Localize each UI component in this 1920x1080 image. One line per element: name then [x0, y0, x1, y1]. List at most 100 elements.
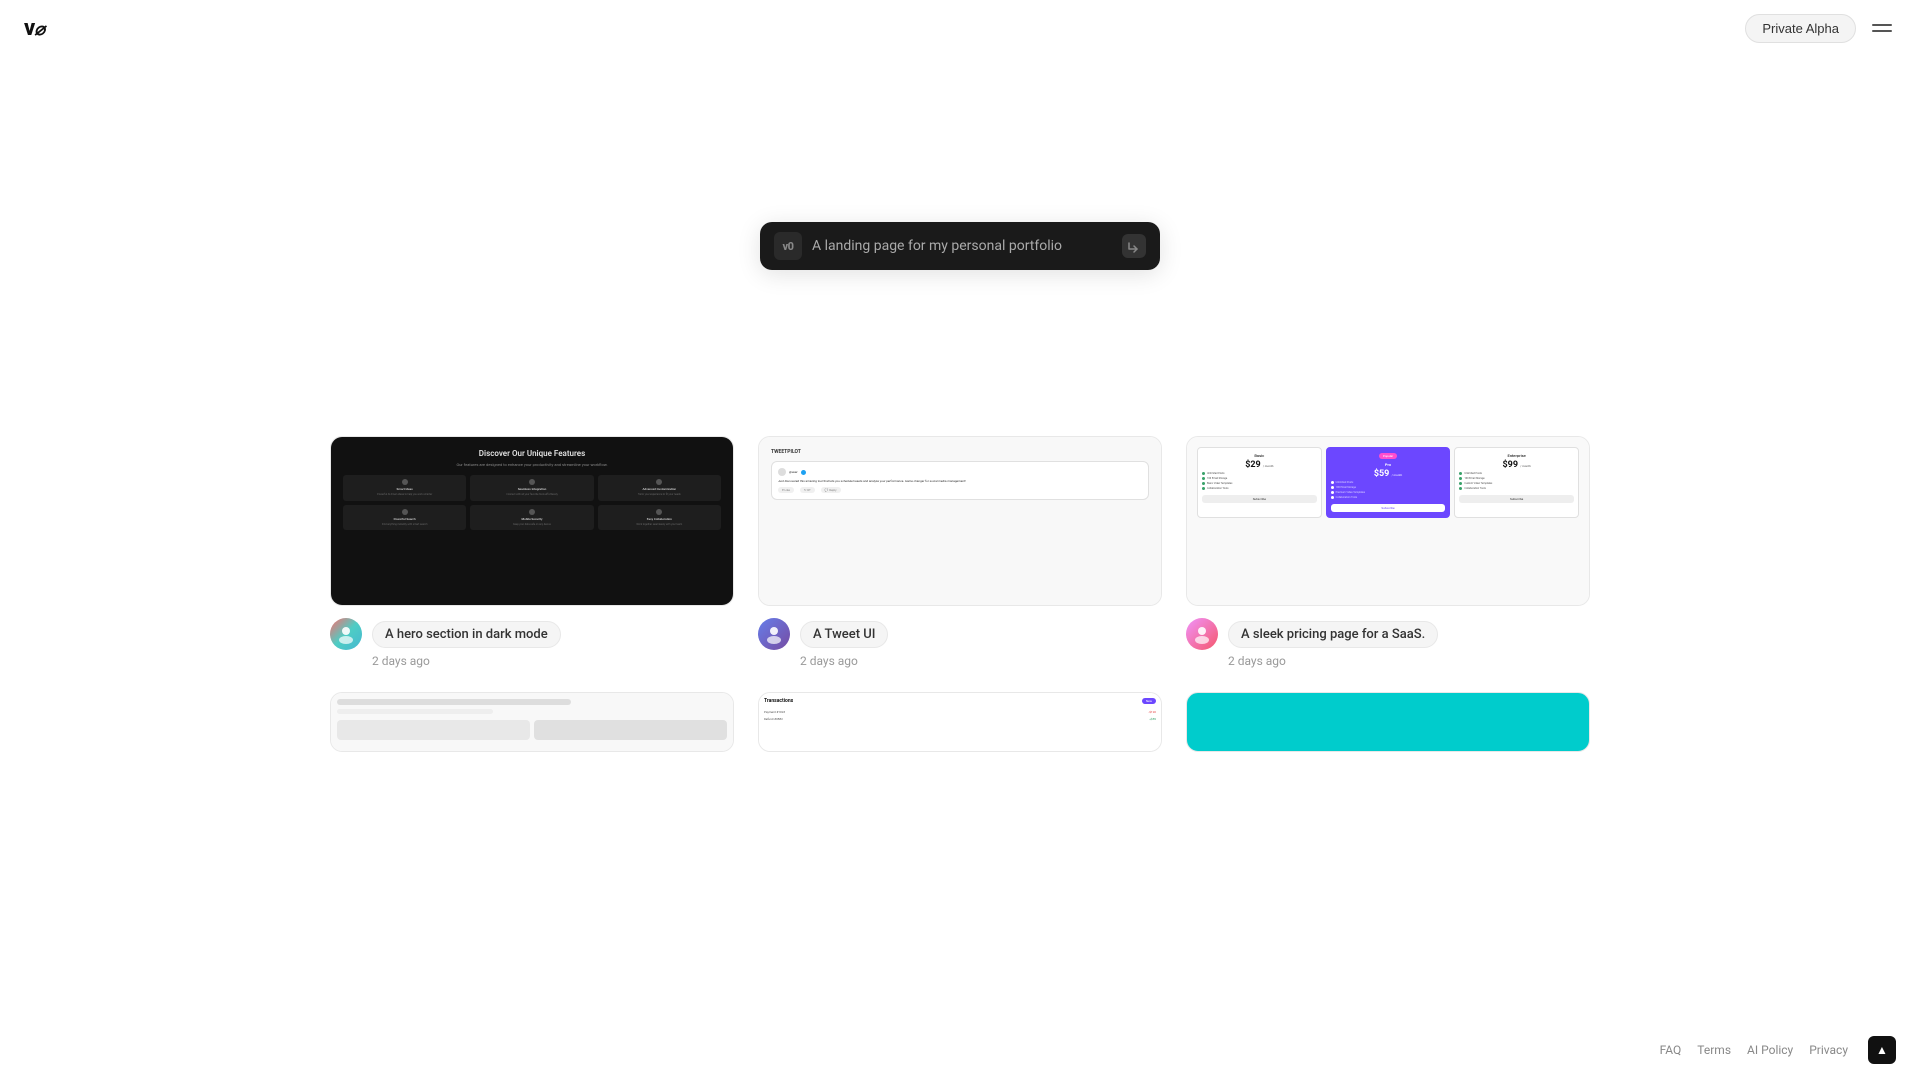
item-2-desc: A Tweet UI	[800, 621, 888, 648]
main-content: v0 A landing page for my personal portfo…	[0, 0, 1920, 1080]
preview-dark-features: Discover Our Unique Features Our feature…	[331, 437, 733, 605]
search-input-placeholder[interactable]: A landing page for my personal portfolio	[812, 238, 1112, 254]
tweet-app-title: TWEETPILOT	[771, 449, 1149, 455]
pricing-pro-f2: 100 Email Storage	[1331, 486, 1446, 489]
feature-icon-4	[402, 509, 408, 515]
private-alpha-badge[interactable]: Private Alpha	[1745, 14, 1856, 43]
feature-text-2: Connect with all your favorite tools eff…	[506, 493, 558, 497]
menu-line-1	[1872, 24, 1892, 26]
tweet-card: @user Just discovered this amazing tool …	[771, 461, 1149, 500]
search-box[interactable]: v0 A landing page for my personal portfo…	[760, 222, 1160, 270]
feature-icon-2	[529, 479, 535, 485]
pricing-basic-amount: $29 / month	[1202, 460, 1317, 470]
feature-card-4: Powerful Search Find anything instantly …	[343, 505, 466, 531]
gallery-grid: Discover Our Unique Features Our feature…	[330, 436, 1590, 764]
pricing-enterprise-amount: $99 / month	[1459, 460, 1574, 470]
preview-table-partial: Transactions New Payment #1023 -$120 Ref…	[759, 693, 1161, 751]
table-title: Transactions	[764, 698, 793, 704]
feature-text-3: Tailor your experience to fit your needs	[638, 493, 681, 497]
gallery-preview-1: Discover Our Unique Features Our feature…	[330, 436, 734, 606]
menu-line-2	[1872, 30, 1892, 32]
search-logo: v0	[774, 232, 802, 260]
tweet-verified-icon	[801, 470, 806, 475]
tweet-reply: 💬 Reply	[821, 487, 841, 493]
table-cell-1-1: Payment #1023	[764, 710, 1144, 714]
search-enter-icon[interactable]	[1122, 234, 1146, 258]
pricing-grid: Basic $29 / month Unlimited Posts 100 Em…	[1197, 447, 1579, 518]
gallery-preview-4	[330, 692, 734, 752]
avatar-2-inner	[758, 618, 790, 650]
avatar-1-inner	[330, 618, 362, 650]
pricing-enterprise-f4: Collaboration Tools	[1459, 487, 1574, 490]
enter-arrow-icon	[1127, 239, 1141, 253]
footer-ai-policy[interactable]: AI Policy	[1747, 1043, 1793, 1057]
feature-title-1: Smart Ideas	[397, 487, 413, 491]
feature-text-1: Powerful AI driven ideas to help you wor…	[377, 493, 432, 497]
gallery-item-3[interactable]: Basic $29 / month Unlimited Posts 100 Em…	[1186, 436, 1590, 668]
feature-icon-1	[402, 479, 408, 485]
scroll-to-top-button[interactable]: ▲	[1868, 1036, 1896, 1064]
pricing-basic: Basic $29 / month Unlimited Posts 100 Em…	[1197, 447, 1322, 518]
gallery-preview-3: Basic $29 / month Unlimited Posts 100 Em…	[1186, 436, 1590, 606]
item-3-timestamp: 2 days ago	[1186, 654, 1590, 668]
avatar-3-inner	[1186, 618, 1218, 650]
gallery-item-1[interactable]: Discover Our Unique Features Our feature…	[330, 436, 734, 668]
feature-title-5: Mobile Security	[522, 517, 543, 521]
feature-title-3: Advanced Customization	[643, 487, 677, 491]
tweet-like: ♥ Like	[778, 487, 794, 493]
pricing-pro-badge: Popular	[1379, 453, 1397, 459]
preview-dark-title: Discover Our Unique Features	[479, 449, 585, 458]
feature-title-2: Seamless Integration	[518, 487, 547, 491]
item-2-timestamp: 2 days ago	[758, 654, 1162, 668]
pricing-enterprise-f1: Unlimited Posts	[1459, 472, 1574, 475]
tweet-retweet: ↻ RT	[800, 487, 815, 493]
table-amount-1: -$120	[1148, 710, 1156, 714]
gallery-preview-6	[1186, 692, 1590, 752]
gallery-item-6[interactable]	[1186, 692, 1590, 764]
feature-title-4: Powerful Search	[394, 517, 416, 521]
item-3-desc: A sleek pricing page for a SaaS.	[1228, 621, 1438, 648]
table-row-1: Payment #1023 -$120	[764, 710, 1156, 714]
tweet-avatar	[778, 468, 786, 476]
scroll-up-arrow-icon: ▲	[1876, 1043, 1888, 1057]
header-right: Private Alpha	[1745, 14, 1896, 43]
pricing-pro-f1: Unlimited Posts	[1331, 481, 1446, 484]
footer: FAQ Terms AI Policy Privacy ▲	[1660, 1036, 1896, 1064]
pricing-enterprise-f3: Custom Video Templates	[1459, 482, 1574, 485]
footer-faq[interactable]: FAQ	[1660, 1043, 1682, 1057]
avatar-2	[758, 618, 790, 650]
avatar-3	[1186, 618, 1218, 650]
footer-terms[interactable]: Terms	[1697, 1043, 1731, 1057]
footer-privacy[interactable]: Privacy	[1809, 1043, 1848, 1057]
feature-card-1: Smart Ideas Powerful AI driven ideas to …	[343, 475, 466, 501]
avatar-1-icon	[336, 624, 356, 644]
search-logo-text: v0	[783, 240, 794, 253]
gallery-item-4[interactable]	[330, 692, 734, 764]
tweet-username: @user	[789, 470, 798, 474]
feature-card-2: Seamless Integration Connect with all yo…	[470, 475, 593, 501]
pricing-basic-btn: Subscribe	[1202, 495, 1317, 503]
logo[interactable]: v⌀	[24, 16, 44, 41]
preview-dark-grid: Smart Ideas Powerful AI driven ideas to …	[343, 475, 721, 530]
feature-card-3: Advanced Customization Tailor your exper…	[598, 475, 721, 501]
pricing-basic-f4: Collaboration Tools	[1202, 487, 1317, 490]
avatar-3-icon	[1192, 624, 1212, 644]
pricing-basic-f2: 100 Email Storage	[1202, 477, 1317, 480]
logo-text: v⌀	[24, 16, 44, 41]
pricing-pro-f4: Collaboration Tools	[1331, 496, 1446, 499]
gallery-item-5[interactable]: Transactions New Payment #1023 -$120 Ref…	[758, 692, 1162, 764]
item-1-timestamp: 2 days ago	[330, 654, 734, 668]
gallery-item-2[interactable]: TWEETPILOT @user Just discovered this am…	[758, 436, 1162, 668]
pricing-enterprise: Enterprise $99 / month Unlimited Posts 1…	[1454, 447, 1579, 518]
feature-card-5: Mobile Security Keep your data safe on a…	[470, 505, 593, 531]
pricing-basic-f3: Basic Video Templates	[1202, 482, 1317, 485]
table-header: Transactions New	[764, 698, 1156, 704]
gallery-preview-5: Transactions New Payment #1023 -$120 Ref…	[758, 692, 1162, 752]
pricing-basic-tier: Basic	[1202, 453, 1317, 458]
tweet-user-row: @user	[778, 468, 1142, 476]
table-cell-2-1: Refund #0882	[764, 717, 1145, 721]
pricing-pro-amount: $59 / month	[1331, 469, 1446, 479]
gallery-item-3-info: A sleek pricing page for a SaaS.	[1186, 618, 1590, 650]
feature-text-6: Work together seamlessly with your team	[636, 523, 682, 527]
hamburger-menu-icon[interactable]	[1868, 20, 1896, 36]
